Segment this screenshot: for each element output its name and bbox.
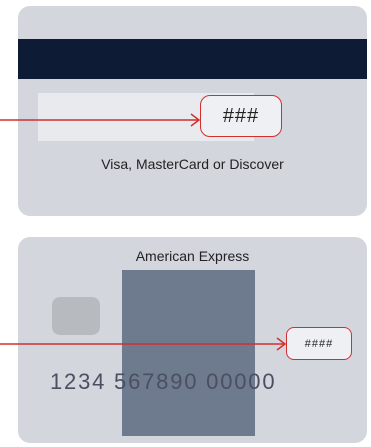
card-back-illustration: ### Visa, MasterCard or Discover (18, 6, 367, 216)
card-front-illustration: American Express #### 1234 567890 00000 (18, 237, 367, 443)
card-overlay-block (122, 270, 255, 436)
cvv-highlight-box: ### (200, 95, 282, 137)
magnetic-stripe (18, 39, 367, 79)
chip-icon (52, 297, 100, 335)
card-brands-caption: Visa, MasterCard or Discover (101, 156, 284, 172)
amex-brand-label: American Express (135, 248, 250, 264)
amex-cvv-highlight-box: #### (286, 327, 352, 360)
card-number: 1234 567890 00000 (50, 369, 277, 394)
